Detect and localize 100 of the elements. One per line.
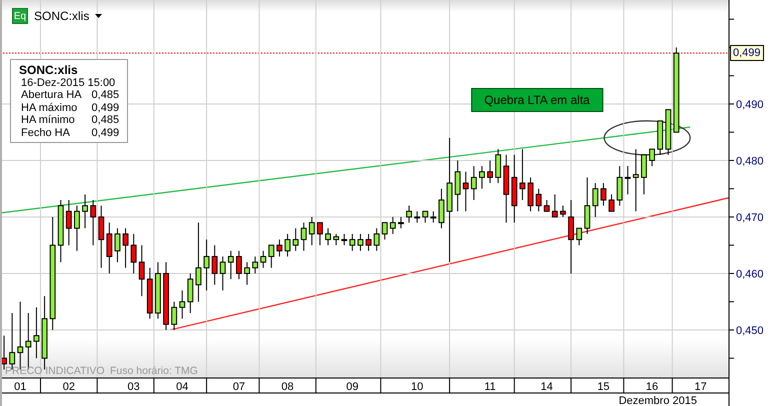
candlestick <box>511 154 518 224</box>
candlestick <box>82 194 88 229</box>
candlestick <box>236 250 242 280</box>
candlestick <box>665 109 672 156</box>
axis-date-label: 03 <box>128 381 140 393</box>
candlestick <box>560 205 566 218</box>
candlestick <box>649 148 655 167</box>
candlestick <box>406 205 412 224</box>
candlestick <box>366 233 372 252</box>
candlestick <box>292 228 299 252</box>
equity-badge: Eq <box>12 8 28 24</box>
axis-tick-label: 0,470 <box>736 212 764 224</box>
candlestick <box>552 194 558 218</box>
candlestick <box>317 222 323 246</box>
candlestick <box>276 239 282 258</box>
candlestick <box>536 188 542 212</box>
candlestick <box>130 233 137 274</box>
info-value: 0,485 <box>92 114 120 126</box>
candlestick <box>462 171 469 212</box>
axis-date-label: 08 <box>281 381 294 393</box>
axis-date-label: 11 <box>484 381 496 393</box>
axis-date-label: 04 <box>176 381 188 393</box>
candlestick <box>1 335 7 370</box>
candlestick <box>244 262 250 286</box>
candlestick <box>220 256 226 291</box>
axis-date-label: 17 <box>694 381 707 393</box>
footer-note: PRECO INDICATIVO <box>5 365 105 377</box>
candlestick <box>487 160 493 184</box>
candlestick <box>308 216 315 246</box>
candlestick <box>592 182 598 218</box>
candlestick <box>284 233 290 258</box>
candlestick <box>520 148 526 201</box>
candlestick <box>252 256 258 274</box>
candlestick <box>204 239 210 291</box>
candlestick <box>624 166 631 195</box>
timezone-note: Fuso horário: TMG <box>110 365 198 377</box>
candlestick <box>341 233 348 246</box>
candlestick <box>470 166 477 201</box>
axis-date-label: 01 <box>14 381 26 393</box>
axis-date-label: 16 <box>646 381 658 393</box>
candlestick <box>422 210 428 224</box>
info-title: SONC:xlis <box>19 64 79 76</box>
candlestick <box>66 200 72 246</box>
candlestick <box>600 182 606 206</box>
candlestick <box>228 250 234 280</box>
candlestick <box>576 228 582 246</box>
info-label: HA mínimo <box>21 114 76 126</box>
axis-date-label: 09 <box>346 381 358 393</box>
axis-date-label: 15 <box>597 381 610 393</box>
axis-date-label: 02 <box>62 381 75 393</box>
candlestick <box>528 176 534 212</box>
candlestick <box>171 301 178 330</box>
candlestick <box>260 250 266 268</box>
candlestick <box>325 228 331 246</box>
axis-tick-label: 0,480 <box>736 155 764 168</box>
candlestick <box>122 228 128 268</box>
candlestick <box>179 290 186 320</box>
candlestick <box>268 244 274 268</box>
info-label: Abertura HA <box>21 89 82 102</box>
axis-date-label: 14 <box>540 381 553 393</box>
candlestick <box>300 222 307 252</box>
info-value: 0,485 <box>92 89 120 102</box>
caret-icon <box>95 14 102 18</box>
candlestick <box>138 244 145 297</box>
candlestick <box>414 210 420 224</box>
info-value: 0,499 <box>92 126 120 139</box>
candlestick <box>187 272 194 314</box>
info-value: 0,499 <box>92 102 120 114</box>
candlestick <box>374 228 380 252</box>
candlestick <box>146 267 153 320</box>
candlestick <box>358 233 364 252</box>
info-label: HA máximo <box>21 102 78 114</box>
candlestick <box>98 205 104 268</box>
axis-date-label: 10 <box>411 381 424 393</box>
candlestick <box>608 194 614 212</box>
info-label: Fecho HA <box>21 126 71 139</box>
candlestick <box>632 148 639 212</box>
candlestick <box>163 262 169 330</box>
price-tag: 0,499 <box>730 45 764 62</box>
candlestick <box>155 262 161 320</box>
candlestick <box>438 188 444 229</box>
candlestick <box>114 228 120 263</box>
axis-date-label: 07 <box>232 381 246 393</box>
candlestick <box>495 148 502 184</box>
axis-tick-label: 0,490 <box>736 98 764 111</box>
candlestick <box>430 210 436 224</box>
axis-tick-label: 0,450 <box>736 324 764 337</box>
candlestick <box>584 176 590 234</box>
axis-tick-label: 0,460 <box>736 268 764 280</box>
candlestick <box>616 166 623 206</box>
symbol-dropdown[interactable]: SONC:xlis <box>34 9 102 23</box>
candlestick <box>349 233 356 252</box>
candlestick <box>479 166 485 190</box>
month-label: Dezembro 2015 <box>618 395 697 406</box>
candlestick <box>58 200 64 263</box>
candlestick <box>90 200 96 246</box>
candlestick <box>657 120 664 156</box>
candlestick <box>34 306 40 359</box>
info-datetime: 16-Dez-2015 15:00 <box>20 76 116 89</box>
candlestick <box>333 233 340 246</box>
